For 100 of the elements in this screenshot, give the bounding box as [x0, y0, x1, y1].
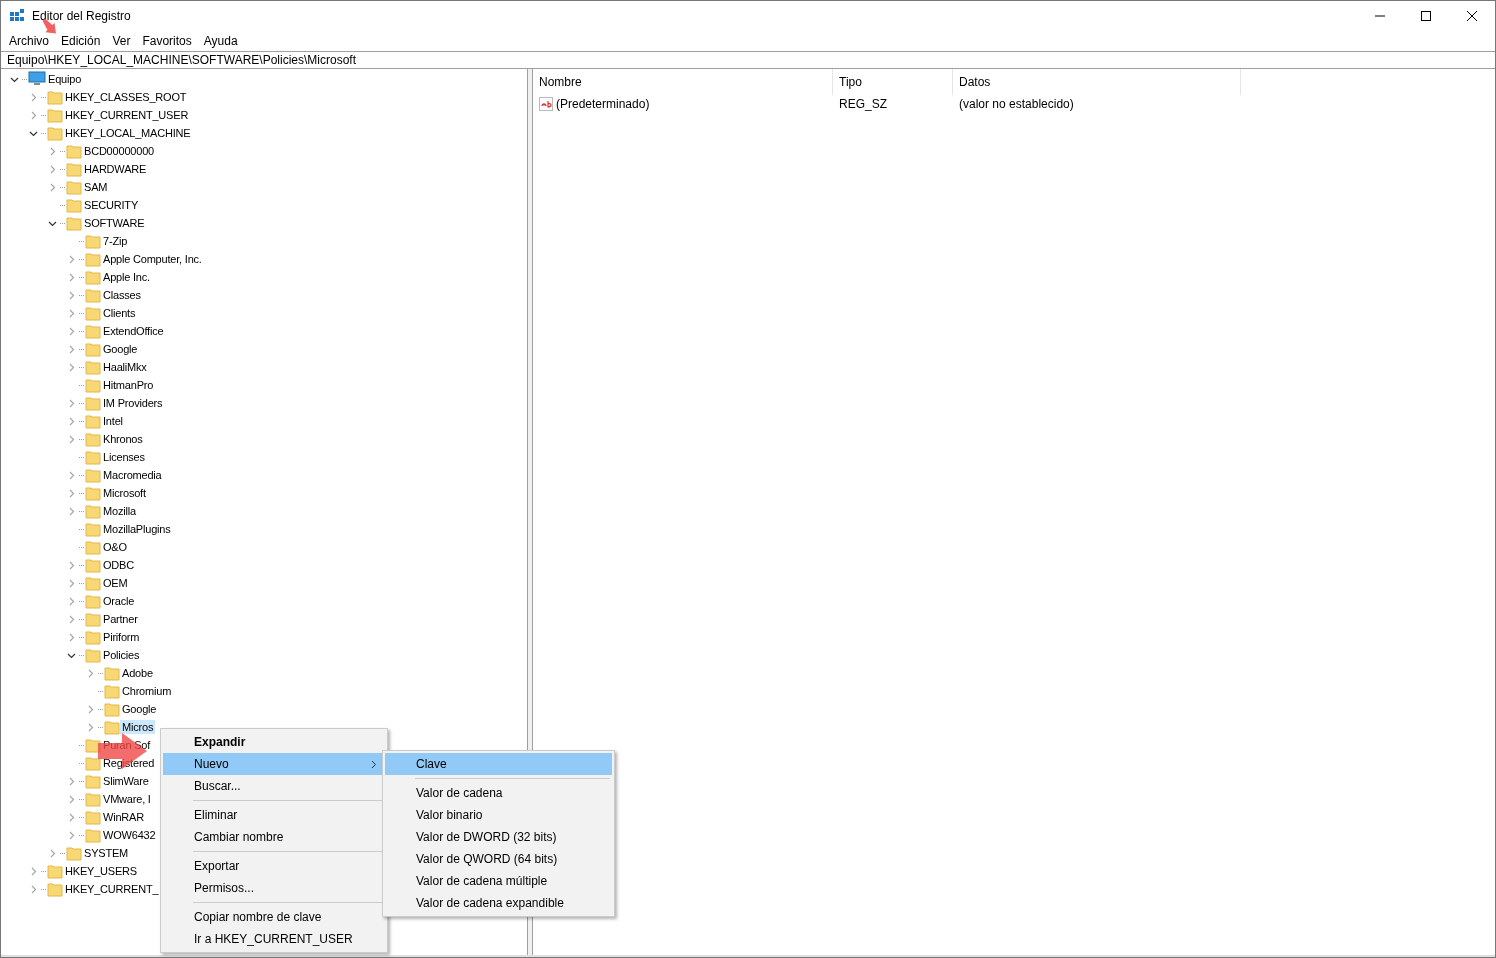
- tree-item[interactable]: HKEY_USERS: [63, 864, 139, 878]
- tree-item[interactable]: ODBC: [101, 558, 136, 572]
- submenu-item[interactable]: Valor de QWORD (64 bits): [385, 848, 612, 870]
- folder-icon: [85, 233, 101, 249]
- submenu-item[interactable]: Clave: [385, 753, 612, 775]
- folder-icon: [85, 593, 101, 609]
- close-icon[interactable]: [1467, 11, 1477, 21]
- address-field[interactable]: Equipo\HKEY_LOCAL_MACHINE\SOFTWARE\Policies\Microsoft: [1, 51, 1495, 69]
- folder-icon: [85, 629, 101, 645]
- context-menu-item[interactable]: Permisos...: [163, 877, 385, 899]
- folder-icon: [104, 719, 120, 735]
- tree-item[interactable]: Chromium: [120, 684, 174, 698]
- column-header[interactable]: Datos: [953, 69, 1241, 95]
- tree-item[interactable]: HitmanPro: [101, 378, 156, 392]
- tree-item[interactable]: Equipo: [46, 72, 84, 86]
- tree-item[interactable]: Oracle: [101, 594, 137, 608]
- tree-item[interactable]: Mozilla: [101, 504, 138, 518]
- folder-icon: [47, 881, 63, 897]
- folder-icon: [66, 143, 82, 159]
- menu-item[interactable]: Edición: [55, 34, 107, 48]
- folder-icon: [85, 341, 101, 357]
- folder-icon: [66, 197, 82, 213]
- tree-item[interactable]: Clients: [101, 306, 138, 320]
- folder-icon: [85, 359, 101, 375]
- maximize-icon[interactable]: [1421, 11, 1431, 21]
- menu-item[interactable]: Favoritos: [136, 34, 198, 48]
- folder-icon: [104, 701, 120, 717]
- menu-item[interactable]: Ver: [106, 34, 137, 48]
- tree-item[interactable]: HKEY_CLASSES_ROOT: [63, 90, 189, 104]
- folder-icon: [85, 503, 101, 519]
- folder-icon: [85, 467, 101, 483]
- tree-item[interactable]: Apple Inc.: [101, 270, 152, 284]
- folder-icon: [85, 413, 101, 429]
- computer-icon: [28, 71, 46, 87]
- tree-item[interactable]: ExtendOffice: [101, 324, 166, 338]
- folder-icon: [85, 449, 101, 465]
- menu-item[interactable]: Ayuda: [197, 34, 244, 48]
- tree-item[interactable]: Policies: [101, 648, 142, 662]
- tree-item[interactable]: WinRAR: [101, 810, 146, 824]
- tree-item[interactable]: HARDWARE: [82, 162, 149, 176]
- folder-icon: [85, 791, 101, 807]
- tree-item[interactable]: Piriform: [101, 630, 142, 644]
- folder-icon: [85, 809, 101, 825]
- submenu-item[interactable]: Valor de cadena: [385, 782, 612, 804]
- context-menu-item[interactable]: Cambiar nombre: [163, 826, 385, 848]
- tree-item[interactable]: HaaliMkx: [101, 360, 149, 374]
- folder-icon: [85, 395, 101, 411]
- tree-item[interactable]: IM Providers: [101, 396, 165, 410]
- tree-item[interactable]: HKEY_LOCAL_MACHINE: [63, 126, 193, 140]
- menu-item[interactable]: Archivo: [3, 34, 55, 48]
- tree-item[interactable]: Classes: [101, 288, 143, 302]
- folder-icon: [104, 665, 120, 681]
- context-menu-item[interactable]: Ir a HKEY_CURRENT_USER: [163, 928, 385, 950]
- tree-item[interactable]: Khronos: [101, 432, 145, 446]
- context-menu-item[interactable]: Eliminar: [163, 804, 385, 826]
- tree-item[interactable]: 7-Zip: [101, 234, 130, 248]
- tree-item[interactable]: SAM: [82, 180, 110, 194]
- tree-item[interactable]: Partner: [101, 612, 140, 626]
- tree-item[interactable]: Microsoft: [101, 486, 148, 500]
- tree-item[interactable]: VMware, I: [101, 792, 153, 806]
- folder-icon: [85, 773, 101, 789]
- tree-item[interactable]: Google: [101, 342, 140, 356]
- tree-item[interactable]: Apple Computer, Inc.: [101, 252, 204, 266]
- tree-item[interactable]: SECURITY: [82, 198, 141, 212]
- context-menu-item[interactable]: Nuevo: [163, 753, 385, 775]
- tree-item[interactable]: BCD00000000: [82, 144, 156, 158]
- folder-icon: [85, 611, 101, 627]
- column-header[interactable]: Tipo: [833, 69, 953, 95]
- submenu-item[interactable]: Valor de cadena expandible: [385, 892, 612, 914]
- context-menu-item[interactable]: Exportar: [163, 855, 385, 877]
- tree-item[interactable]: HKEY_CURRENT_USER: [63, 108, 191, 122]
- folder-icon: [85, 539, 101, 555]
- tree-item[interactable]: Licenses: [101, 450, 147, 464]
- tree-item[interactable]: SlimWare: [101, 774, 151, 788]
- submenu-item[interactable]: Valor de cadena múltiple: [385, 870, 612, 892]
- tree-item[interactable]: O&O: [101, 540, 129, 554]
- submenu-item[interactable]: Valor binario: [385, 804, 612, 826]
- column-header[interactable]: Nombre: [533, 69, 833, 95]
- context-menu-item[interactable]: Expandir: [163, 731, 385, 753]
- folder-icon: [47, 89, 63, 105]
- context-menu-item[interactable]: Copiar nombre de clave: [163, 906, 385, 928]
- tree-item[interactable]: WOW6432: [101, 828, 158, 842]
- tree-item[interactable]: Intel: [101, 414, 125, 428]
- folder-icon: [104, 683, 120, 699]
- tree-item[interactable]: Macromedia: [101, 468, 164, 482]
- submenu-item[interactable]: Valor de DWORD (32 bits): [385, 826, 612, 848]
- tree-item[interactable]: Adobe: [120, 666, 155, 680]
- tree-item[interactable]: Google: [120, 702, 159, 716]
- tree-item[interactable]: MozillaPlugins: [101, 522, 173, 536]
- folder-icon: [85, 287, 101, 303]
- folder-icon: [85, 521, 101, 537]
- string-value-icon: [539, 97, 553, 111]
- tree-item[interactable]: SYSTEM: [82, 846, 131, 860]
- tree-item[interactable]: SOFTWARE: [82, 216, 147, 230]
- tree-item[interactable]: OEM: [101, 576, 130, 590]
- tree-item[interactable]: HKEY_CURRENT_: [63, 882, 161, 896]
- context-menu-item[interactable]: Buscar...: [163, 775, 385, 797]
- folder-icon: [47, 863, 63, 879]
- folder-icon: [66, 215, 82, 231]
- tree-item[interactable]: Micros: [120, 720, 156, 734]
